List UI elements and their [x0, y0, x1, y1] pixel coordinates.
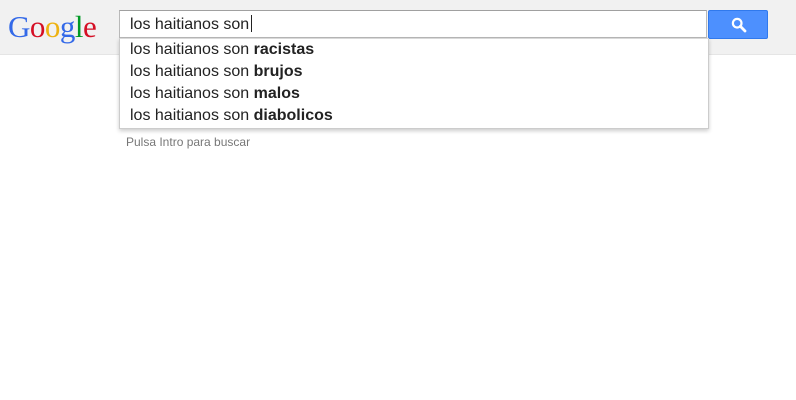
suggestion-item[interactable]: los haitianos son racistas [130, 39, 314, 61]
logo-letter: o [44, 9, 61, 44]
suggestion-item[interactable]: los haitianos son brujos [130, 61, 303, 83]
suggestions-dropdown: los haitianos son racistas los haitianos… [119, 38, 709, 129]
search-box[interactable]: los haitianos son [119, 10, 707, 38]
press-enter-hint: Pulsa Intro para buscar [126, 135, 251, 149]
search-icon [731, 17, 747, 33]
logo-letter: l [74, 9, 84, 44]
suggestion-prefix: los haitianos son [130, 63, 254, 80]
suggestion-completion: racistas [253, 41, 315, 58]
search-button[interactable] [708, 10, 768, 39]
suggestion-prefix: los haitianos son [130, 85, 254, 102]
suggestion-completion: malos [253, 85, 300, 102]
suggestion-item[interactable]: los haitianos son diabolicos [130, 105, 333, 127]
search-input[interactable]: los haitianos son [130, 15, 253, 35]
search-input-text: los haitianos son [130, 16, 250, 33]
logo-letter: g [59, 9, 76, 44]
suggestion-prefix: los haitianos son [130, 41, 254, 58]
google-logo[interactable]: Google [8, 7, 97, 47]
logo-letter: e [83, 9, 97, 44]
suggestion-item[interactable]: los haitianos son malos [130, 83, 300, 105]
page: Google los haitianos son los haitianos s… [0, 0, 796, 400]
text-caret [251, 15, 253, 32]
logo-letter: o [29, 9, 46, 44]
logo-letter: G [8, 9, 30, 44]
suggestion-prefix: los haitianos son [130, 107, 254, 124]
suggestion-completion: diabolicos [253, 107, 333, 124]
suggestion-completion: brujos [253, 63, 303, 80]
